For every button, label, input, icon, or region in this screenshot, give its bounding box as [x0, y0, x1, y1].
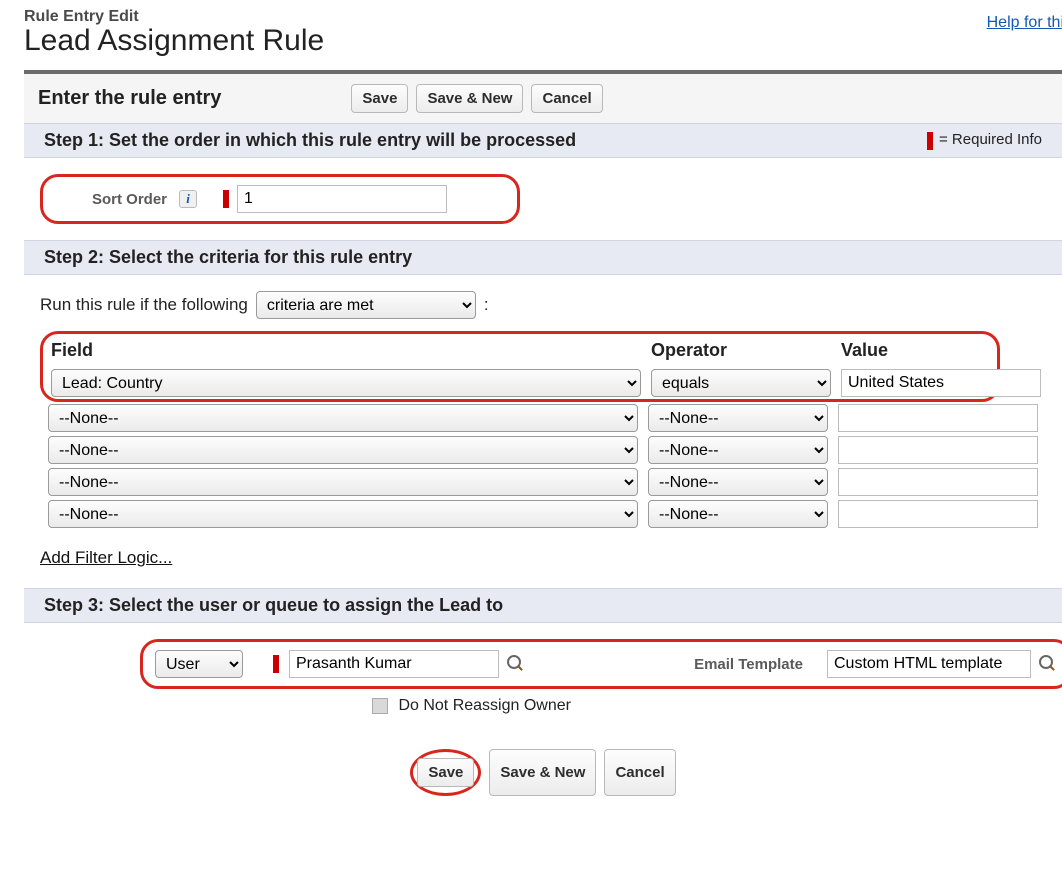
criteria-operator-select[interactable]: --None-- — [648, 404, 828, 432]
criteria-value-input[interactable] — [838, 500, 1038, 528]
criteria-field-select[interactable]: --None-- — [48, 468, 638, 496]
page-title: Lead Assignment Rule — [24, 24, 324, 58]
criteria-annotation: Field Operator Value Lead: Country equal… — [40, 331, 1000, 402]
criteria-operator-select[interactable]: --None-- — [648, 436, 828, 464]
required-legend-text: = Required Info — [939, 131, 1042, 148]
step2-body: Run this rule if the following criteria … — [24, 275, 1062, 588]
col-header-field: Field — [51, 340, 641, 361]
footer-button-row: Save Save & New Cancel — [40, 715, 1046, 812]
info-icon[interactable]: i — [179, 190, 197, 208]
criteria-value-input[interactable] — [841, 369, 1041, 397]
do-not-reassign-checkbox[interactable] — [372, 698, 388, 714]
lookup-icon[interactable] — [507, 655, 525, 673]
criteria-row: --None-- --None-- — [40, 434, 1000, 466]
sort-order-label: Sort Order — [63, 191, 173, 208]
criteria-field-select[interactable]: Lead: Country — [51, 369, 641, 397]
criteria-value-input[interactable] — [838, 436, 1038, 464]
step3-annotation: User Email Template — [140, 639, 1062, 689]
sort-order-input[interactable] — [237, 185, 447, 213]
save-new-button[interactable]: Save & New — [416, 84, 523, 113]
criteria-row: Lead: Country equals — [43, 367, 997, 399]
criteria-row: --None-- --None-- — [40, 466, 1000, 498]
page-root: Rule Entry Edit Lead Assignment Rule Hel… — [0, 0, 1062, 828]
required-indicator-icon — [273, 655, 279, 673]
criteria-field-select[interactable]: --None-- — [48, 436, 638, 464]
criteria-intro: Run this rule if the following criteria … — [40, 291, 1046, 331]
cancel-button[interactable]: Cancel — [531, 84, 602, 113]
criteria-table: Field Operator Value Lead: Country equal… — [43, 334, 997, 399]
step3-body: User Email Template Do Not Reassign Owne… — [24, 623, 1062, 828]
step3-header-text: Step 3: Select the user or queue to assi… — [44, 595, 503, 616]
required-indicator-icon — [927, 132, 933, 150]
criteria-header-row: Field Operator Value — [43, 334, 997, 367]
criteria-row: --None-- --None-- — [40, 402, 1000, 434]
criteria-row: --None-- --None-- — [40, 498, 1000, 530]
step1-header-text: Step 1: Set the order in which this rule… — [44, 130, 576, 151]
criteria-intro-text: Run this rule if the following — [40, 295, 248, 315]
assignee-type-select[interactable]: User — [155, 650, 243, 678]
do-not-reassign-row: Do Not Reassign Owner — [140, 689, 1046, 715]
step2-header-text: Step 2: Select the criteria for this rul… — [44, 247, 412, 268]
save-button[interactable]: Save — [417, 758, 474, 787]
criteria-operator-select[interactable]: equals — [651, 369, 831, 397]
cancel-button[interactable]: Cancel — [604, 749, 675, 796]
add-filter-logic-link[interactable]: Add Filter Logic... — [40, 548, 172, 567]
step2-header: Step 2: Select the criteria for this rul… — [24, 240, 1062, 275]
criteria-operator-select[interactable]: --None-- — [648, 468, 828, 496]
save-button-annotation: Save — [410, 749, 481, 796]
lookup-icon[interactable] — [1039, 655, 1057, 673]
criteria-colon: : — [484, 295, 489, 315]
page-header: Rule Entry Edit Lead Assignment Rule Hel… — [24, 8, 1062, 58]
main-panel: Enter the rule entry Save Save & New Can… — [24, 70, 1062, 828]
criteria-operator-select[interactable]: --None-- — [648, 500, 828, 528]
step3-row: User Email Template — [155, 650, 1057, 678]
step3-header: Step 3: Select the user or queue to assi… — [24, 588, 1062, 623]
email-template-label: Email Template — [694, 656, 809, 673]
help-link[interactable]: Help for thi — [987, 14, 1062, 32]
step1-header: Step 1: Set the order in which this rule… — [24, 123, 1062, 158]
criteria-field-select[interactable]: --None-- — [48, 500, 638, 528]
assignee-name-input[interactable] — [289, 650, 499, 678]
panel-header-row: Enter the rule entry Save Save & New Can… — [24, 74, 1062, 123]
col-header-value: Value — [841, 340, 989, 361]
criteria-value-input[interactable] — [838, 468, 1038, 496]
required-indicator-icon — [223, 190, 229, 208]
title-block: Rule Entry Edit Lead Assignment Rule — [24, 8, 324, 58]
step1-body: Sort Order i — [24, 158, 1062, 240]
criteria-condition-select[interactable]: criteria are met — [256, 291, 476, 319]
col-header-operator: Operator — [651, 340, 831, 361]
step1-annotation: Sort Order i — [40, 174, 520, 224]
top-button-row: Save Save & New Cancel — [351, 84, 602, 113]
email-template-input[interactable] — [827, 650, 1031, 678]
criteria-table-rest: --None-- --None-- --None-- --None-- --No… — [40, 402, 1000, 530]
panel-title: Enter the rule entry — [38, 87, 221, 110]
do-not-reassign-label: Do Not Reassign Owner — [398, 697, 571, 714]
required-legend: = Required Info — [927, 131, 1042, 149]
add-filter-logic-row: Add Filter Logic... — [40, 530, 1046, 572]
save-button[interactable]: Save — [351, 84, 408, 113]
criteria-field-select[interactable]: --None-- — [48, 404, 638, 432]
save-new-button[interactable]: Save & New — [489, 749, 596, 796]
criteria-value-input[interactable] — [838, 404, 1038, 432]
